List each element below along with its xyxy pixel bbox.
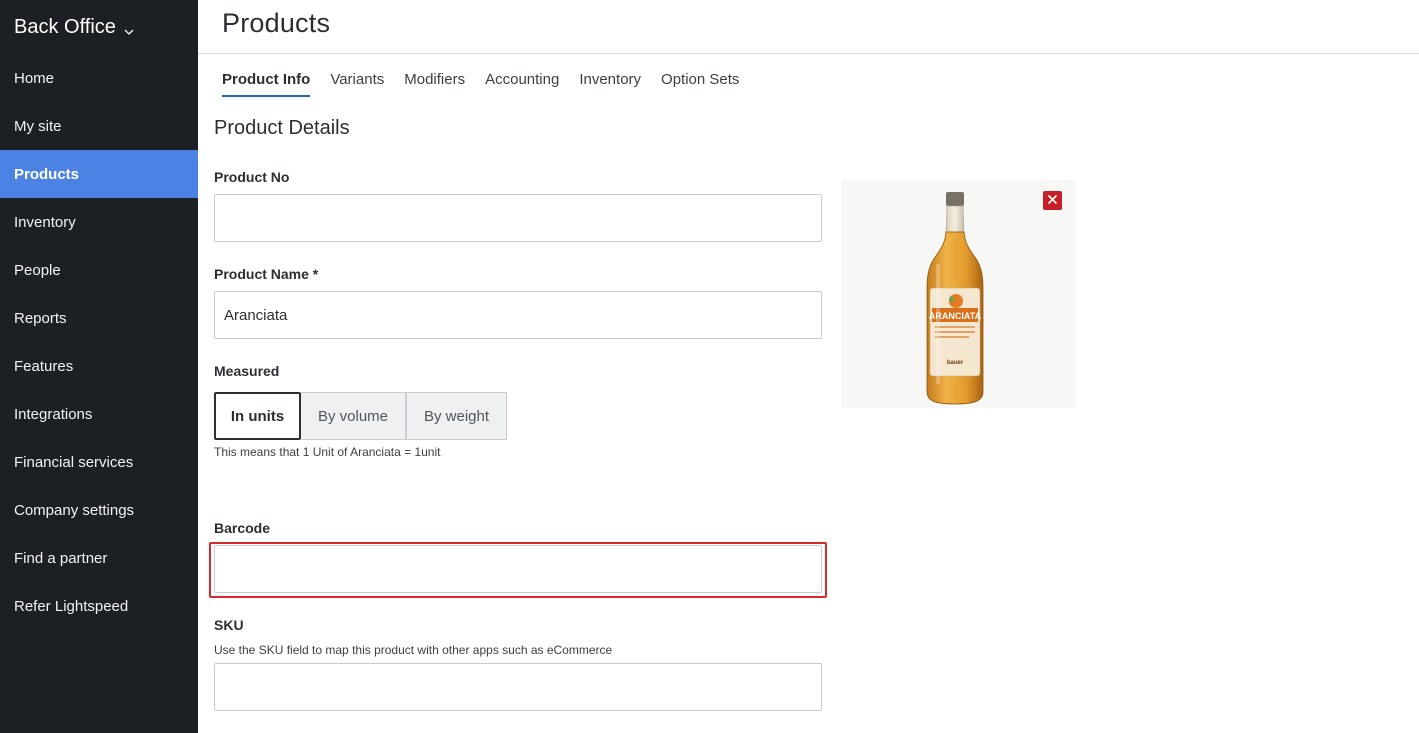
sidebar-item-refer-lightspeed[interactable]: Refer Lightspeed: [0, 582, 198, 630]
barcode-input[interactable]: [214, 545, 822, 593]
sidebar-item-label: Inventory: [14, 213, 76, 231]
measured-segmented-control: In units By volume By weight: [214, 392, 507, 440]
measured-in-units-button[interactable]: In units: [214, 392, 301, 440]
close-icon: [1047, 192, 1058, 210]
sidebar-item-label: Reports: [14, 309, 67, 327]
sidebar-item-find-a-partner[interactable]: Find a partner: [0, 534, 198, 582]
sku-helper-text: Use the SKU field to map this product wi…: [214, 643, 613, 657]
sidebar-item-home[interactable]: Home: [0, 54, 198, 102]
sidebar-item-integrations[interactable]: Integrations: [0, 390, 198, 438]
sidebar-item-features[interactable]: Features: [0, 342, 198, 390]
product-image[interactable]: ARANCIATA bauer: [842, 180, 1076, 408]
remove-image-button[interactable]: [1043, 191, 1062, 210]
product-no-input[interactable]: [214, 194, 822, 242]
measured-label: Measured: [214, 363, 280, 379]
tab-variants[interactable]: Variants: [330, 66, 384, 97]
bottle-brand-text: bauer: [947, 360, 964, 366]
sidebar-item-my-site[interactable]: My site: [0, 102, 198, 150]
sidebar-item-company-settings[interactable]: Company settings: [0, 486, 198, 534]
product-name-input[interactable]: [214, 291, 822, 339]
page-header: Products: [198, 0, 1419, 54]
sidebar-item-label: Financial services: [14, 453, 134, 471]
tab-option-sets[interactable]: Option Sets: [661, 66, 739, 97]
tab-inventory[interactable]: Inventory: [579, 66, 641, 97]
sku-label: SKU: [214, 617, 244, 633]
sidebar-nav: Home My site Products Inventory People R…: [0, 54, 198, 630]
measured-by-volume-button[interactable]: By volume: [301, 392, 406, 440]
page-title: Products: [222, 8, 331, 38]
product-no-label: Product No: [214, 169, 290, 185]
tab-modifiers[interactable]: Modifiers: [404, 66, 465, 97]
sidebar-item-label: Find a partner: [14, 549, 108, 567]
sidebar-item-label: Features: [14, 357, 74, 375]
chevron-down-icon: [123, 21, 135, 35]
sidebar-item-label: Refer Lightspeed: [14, 597, 129, 615]
sidebar: Back Office Home My site Products Invent…: [0, 0, 198, 733]
product-tabs: Product Info Variants Modifiers Accounti…: [222, 66, 759, 97]
brand-label: Back Office: [14, 15, 116, 38]
sidebar-item-label: My site: [14, 117, 62, 135]
sidebar-item-people[interactable]: People: [0, 246, 198, 294]
bottle-image: ARANCIATA bauer: [926, 192, 984, 405]
sidebar-item-label: Company settings: [14, 501, 135, 519]
measured-helper-text: This means that 1 Unit of Aranciata = 1u…: [214, 445, 441, 459]
section-title: Product Details: [214, 117, 350, 139]
sidebar-item-label: People: [14, 261, 61, 279]
sidebar-item-products[interactable]: Products: [0, 150, 198, 198]
sidebar-item-label: Integrations: [14, 405, 93, 423]
sidebar-item-label: Home: [14, 69, 55, 87]
sidebar-item-label: Products: [14, 165, 80, 183]
measured-by-weight-button[interactable]: By weight: [406, 392, 507, 440]
sidebar-item-financial-services[interactable]: Financial services: [0, 438, 198, 486]
barcode-label: Barcode: [214, 520, 271, 536]
sidebar-item-inventory[interactable]: Inventory: [0, 198, 198, 246]
sidebar-item-reports[interactable]: Reports: [0, 294, 198, 342]
tab-product-info[interactable]: Product Info: [222, 66, 311, 97]
tab-accounting[interactable]: Accounting: [485, 66, 559, 97]
sku-input[interactable]: [214, 663, 822, 711]
back-office-menu[interactable]: Back Office: [0, 0, 198, 54]
product-name-label: Product Name *: [214, 266, 319, 282]
main-content: Products Product Info Variants Modifiers…: [198, 0, 1419, 733]
